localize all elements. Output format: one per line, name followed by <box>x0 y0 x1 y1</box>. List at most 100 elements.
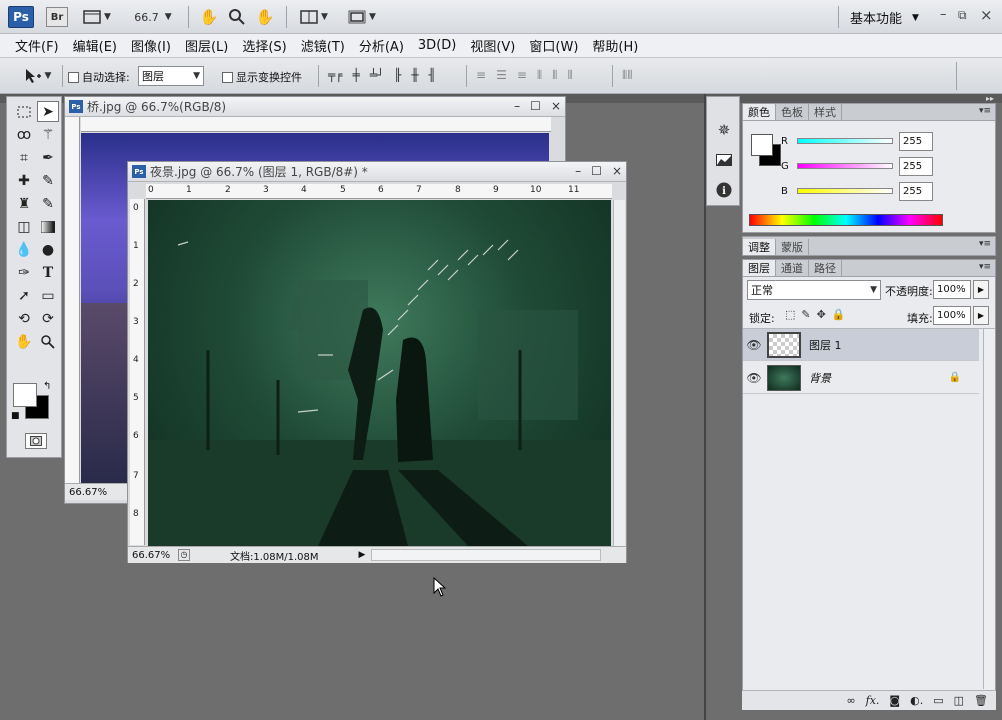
fx-icon[interactable]: fx. <box>866 694 880 707</box>
align-left-icon[interactable]: ╟ <box>394 68 401 82</box>
auto-select-dropdown[interactable]: 图层 ▼ <box>138 66 204 86</box>
lock-position-icon[interactable]: ✥ <box>817 308 826 321</box>
fill-arrow-icon[interactable]: ▶ <box>973 306 989 325</box>
crop-tool-icon[interactable]: ⌗ <box>13 147 35 168</box>
lasso-tool-icon[interactable]: ꝏ <box>13 124 35 145</box>
foreground-color-swatch[interactable] <box>751 134 773 156</box>
opacity-input[interactable]: 100% <box>933 280 971 299</box>
lock-transparent-icon[interactable]: ⬚ <box>785 308 795 321</box>
trash-icon[interactable]: 🗑 <box>974 694 988 707</box>
restore-icon[interactable]: ⧉ <box>958 8 967 23</box>
menu-view[interactable]: 视图(V) <box>463 36 522 55</box>
move-tool-icon[interactable]: ➤ <box>37 101 59 122</box>
visibility-eye-icon[interactable]: 👁 <box>743 371 765 385</box>
align-right-icon[interactable]: ╢ <box>429 68 436 82</box>
align-hcenter-icon[interactable]: ╫ <box>411 68 418 82</box>
screen-mode-button[interactable]: ▼ <box>344 7 380 27</box>
navigator-icon[interactable]: ✵ <box>713 119 735 141</box>
zoom-tool-icon[interactable] <box>226 7 248 27</box>
distribute-top-icon[interactable]: ≡ <box>476 68 486 83</box>
rotate-view-icon[interactable]: ✋ <box>254 7 276 27</box>
magic-wand-icon[interactable]: ⚚ <box>37 124 59 145</box>
default-colors-icon[interactable]: ■ <box>11 411 20 421</box>
hand-tool-icon[interactable]: ✋ <box>13 331 35 352</box>
gradient-tool-icon[interactable] <box>37 216 59 237</box>
mask-icon[interactable]: ◙ <box>889 694 900 707</box>
healing-brush-icon[interactable]: ✚ <box>13 170 35 191</box>
distribute-left-icon[interactable]: ⦀ <box>537 68 542 83</box>
auto-select-checkbox[interactable]: 自动选择: <box>68 69 130 85</box>
menu-layer[interactable]: 图层(L) <box>178 36 235 55</box>
panel-menu-icon[interactable]: ▾≡ <box>979 239 991 249</box>
type-tool-icon[interactable]: T <box>37 262 59 283</box>
foreground-color-swatch-top[interactable] <box>13 383 37 407</box>
menu-select[interactable]: 选择(S) <box>235 36 293 55</box>
eraser-icon[interactable]: ◫ <box>13 216 35 237</box>
zoom-readout[interactable]: 66.67% <box>128 550 172 561</box>
panel-menu-icon[interactable]: ▾≡ <box>979 262 991 272</box>
new-layer-icon[interactable]: ◫ <box>954 694 964 707</box>
tab-channels[interactable]: 通道 <box>776 260 809 276</box>
zoom-readout[interactable]: 66.67% <box>65 487 107 498</box>
menu-file[interactable]: 文件(F) <box>8 36 66 55</box>
r-value-input[interactable]: 255 <box>899 131 933 151</box>
hand-tool-icon[interactable]: ✋ <box>198 7 220 27</box>
arrange-documents-button[interactable]: ▼ <box>296 7 332 27</box>
menu-image[interactable]: 图像(I) <box>124 36 178 55</box>
lock-all-icon[interactable]: 🔒 <box>832 308 846 321</box>
status-menu-arrow-icon[interactable]: ▶ <box>359 550 366 560</box>
layer-name[interactable]: 背景 <box>809 370 831 386</box>
path-selection-icon[interactable]: ➚ <box>13 285 35 306</box>
tab-swatches[interactable]: 色板 <box>776 104 809 120</box>
distribute-right-icon[interactable]: ⦀ <box>567 68 572 83</box>
tab-layers[interactable]: 图层 <box>743 260 776 276</box>
workspace-switcher[interactable]: 基本功能 ▼ <box>850 8 919 27</box>
color-ramp[interactable] <box>749 214 943 226</box>
swap-colors-icon[interactable]: ↰ <box>43 381 51 392</box>
menu-edit[interactable]: 编辑(E) <box>66 36 124 55</box>
close-icon[interactable]: × <box>612 164 622 178</box>
tab-paths[interactable]: 路径 <box>809 260 842 276</box>
tool-preset-picker[interactable]: ▼ <box>18 66 56 86</box>
layers-scrollbar[interactable] <box>983 329 995 689</box>
document-window-night[interactable]: Ps 夜景.jpg @ 66.7% (图层 1, RGB/8#) * – ☐ × 0… <box>127 161 627 563</box>
quick-mask-icon[interactable] <box>25 433 47 449</box>
close-icon[interactable]: × <box>551 99 561 113</box>
opacity-arrow-icon[interactable]: ▶ <box>973 280 989 299</box>
histogram-icon[interactable] <box>713 149 735 171</box>
tab-masks[interactable]: 蒙版 <box>776 239 809 255</box>
ps-logo[interactable]: Ps <box>8 6 34 28</box>
document-title-bar[interactable]: Ps 桥.jpg @ 66.7%(RGB/8) – ☐ × <box>65 97 565 117</box>
minimize-icon[interactable]: – <box>940 7 947 22</box>
vertical-scrollbar[interactable] <box>613 200 625 546</box>
maximize-icon[interactable]: ☐ <box>591 164 602 178</box>
menu-window[interactable]: 窗口(W) <box>522 36 585 55</box>
marquee-tool-icon[interactable] <box>13 101 35 122</box>
layer-row-selected[interactable]: 👁 图层 1 <box>743 329 979 361</box>
clone-stamp-icon[interactable]: ♜ <box>13 193 35 214</box>
close-icon[interactable]: × <box>980 6 993 24</box>
expand-icon[interactable]: ▸▸ <box>986 94 994 103</box>
pen-tool-icon[interactable]: ✑ <box>13 262 35 283</box>
3d-rotate-icon[interactable]: ⟲ <box>13 308 35 329</box>
distribute-bottom-icon[interactable]: ≡ <box>517 68 527 83</box>
status-options-icon[interactable]: ◷ <box>178 549 190 561</box>
show-transform-check[interactable] <box>222 71 233 83</box>
zoom-level-dropdown[interactable]: 66.7 ▼ <box>130 9 176 25</box>
show-transform-checkbox[interactable]: 显示变换控件 <box>222 69 302 85</box>
group-icon[interactable]: ▭ <box>933 694 943 707</box>
minimize-icon[interactable]: – <box>575 164 581 178</box>
blend-mode-dropdown[interactable]: 正常 ▼ <box>747 280 881 300</box>
maximize-icon[interactable]: ☐ <box>530 99 541 113</box>
panel-menu-icon[interactable]: ▾≡ <box>979 106 991 116</box>
tab-styles[interactable]: 样式 <box>809 104 842 120</box>
auto-align-icon[interactable]: ⦀⦀ <box>622 68 633 83</box>
link-icon[interactable]: ∞ <box>846 694 855 707</box>
brush-tool-icon[interactable]: ✎ <box>37 170 59 191</box>
fill-input[interactable]: 100% <box>933 306 971 325</box>
r-slider[interactable] <box>797 138 893 144</box>
layer-row[interactable]: 👁 背景 🔒 <box>743 362 979 394</box>
menu-filter[interactable]: 滤镜(T) <box>294 36 352 55</box>
layer-name[interactable]: 图层 1 <box>809 337 842 353</box>
tab-color[interactable]: 颜色 <box>743 104 776 120</box>
